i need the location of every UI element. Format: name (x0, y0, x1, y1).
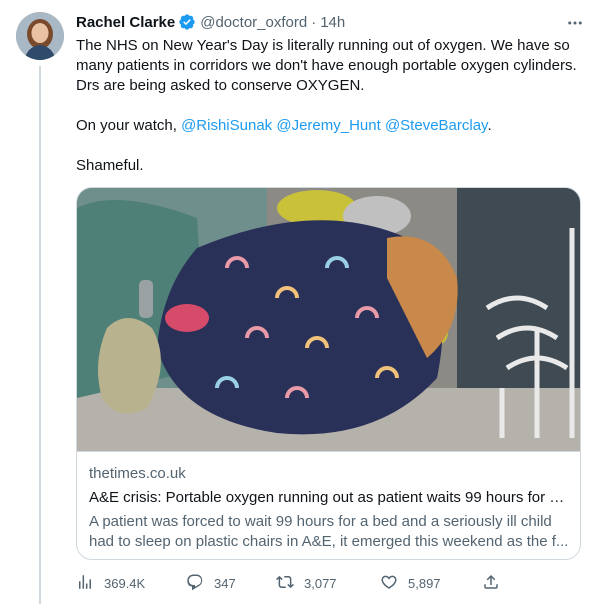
views-chart-icon (76, 573, 94, 594)
tweet-timestamp[interactable]: 14h (320, 14, 345, 31)
like-button[interactable]: 5,897 (380, 572, 441, 594)
reply-button[interactable]: 347 (186, 572, 236, 594)
share-icon (482, 573, 500, 594)
retweet-button[interactable]: 3,077 (276, 572, 337, 594)
tweet-header: Rachel Clarke @doctor_oxford · 14h (76, 12, 584, 32)
author-handle[interactable]: @doctor_oxford (200, 14, 307, 31)
mention-jeremy-hunt[interactable]: @Jeremy_Hunt (276, 117, 380, 134)
heart-icon (380, 573, 398, 594)
views-count: 369.4K (104, 575, 146, 591)
mention-stevebarclay[interactable]: @SteveBarclay (385, 117, 488, 134)
thread-line (39, 66, 41, 604)
author-display-name[interactable]: Rachel Clarke (76, 14, 175, 31)
link-card-domain: thetimes.co.uk (89, 465, 186, 482)
separator-dot: · (311, 13, 317, 31)
link-card-title: A&E crisis: Portable oxygen running out … (89, 489, 569, 506)
share-button[interactable] (482, 572, 500, 594)
tweet-paragraph-1: The NHS on New Year's Day is literally r… (76, 37, 577, 94)
link-card-description: A patient was forced to wait 99 hours fo… (89, 513, 569, 550)
tweet-paragraph-2: On your watch, @RishiSunak @Jeremy_Hunt … (76, 116, 584, 136)
paragraph-2-prefix: On your watch, (76, 117, 177, 134)
verified-badge-icon (178, 13, 196, 31)
reply-count: 347 (214, 575, 236, 591)
like-count: 5,897 (408, 575, 441, 591)
views-button[interactable]: 369.4K (76, 572, 145, 594)
action-bar: 369.4K 347 3,077 5,897 (76, 572, 506, 594)
avatar-photo (16, 12, 64, 60)
link-card[interactable]: thetimes.co.uk A&E crisis: Portable oxyg… (76, 187, 581, 560)
tweet-paragraph-3: Shameful. (76, 157, 144, 174)
retweet-count: 3,077 (304, 575, 337, 591)
tweet-content: Rachel Clarke @doctor_oxford · 14h The N… (76, 12, 584, 176)
more-icon[interactable] (566, 14, 584, 32)
link-card-image (77, 188, 580, 452)
mention-rishisunak[interactable]: @RishiSunak (181, 117, 272, 134)
reply-icon (186, 573, 204, 594)
paragraph-2-suffix: . (487, 117, 492, 134)
link-card-body: thetimes.co.uk A&E crisis: Portable oxyg… (89, 464, 569, 552)
retweet-icon (276, 573, 294, 594)
tweet-text: The NHS on New Year's Day is literally r… (76, 36, 584, 176)
avatar[interactable] (16, 12, 64, 60)
